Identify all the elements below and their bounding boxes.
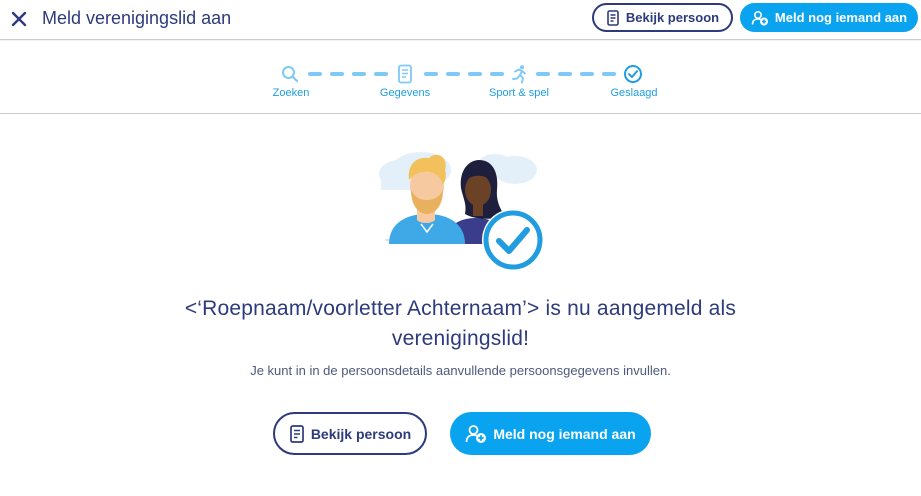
add-person-icon <box>751 10 768 25</box>
check-circle-icon <box>622 63 644 85</box>
page-title: Meld verenigingslid aan <box>42 8 232 28</box>
form-icon <box>394 63 416 85</box>
step-label-details: Gegevens <box>379 87 431 99</box>
stepper-dash <box>308 72 322 76</box>
stepper-dash <box>330 72 344 76</box>
stepper-dash <box>424 72 438 76</box>
success-subline: Je kunt in in de persoonsdetails aanvull… <box>250 363 671 378</box>
add-another-button[interactable]: Meld nog iemand aan <box>740 3 918 32</box>
stepper-dash <box>558 72 572 76</box>
add-another-label: Meld nog iemand aan <box>774 10 908 25</box>
stepper-dash <box>580 72 594 76</box>
close-button[interactable] <box>8 8 30 30</box>
stepper-dash <box>536 72 550 76</box>
add-person-icon <box>465 424 487 443</box>
view-person-label: Bekijk persoon <box>625 10 720 25</box>
top-bar: Meld verenigingslid aan Bekijk persoon M… <box>0 0 921 40</box>
success-headline-line2: verenigingslid! <box>391 327 530 350</box>
success-headline: <‘Roepnaam/voorletter Achternaam’> is nu… <box>0 294 921 354</box>
stepper-dash <box>468 72 482 76</box>
registered-members-illustration <box>379 152 544 271</box>
stepper-dash <box>490 72 504 76</box>
stepper-dash <box>446 72 460 76</box>
document-icon <box>289 424 304 443</box>
view-person-label-main: Bekijk persoon <box>310 425 412 442</box>
add-another-label-main: Meld nog iemand aan <box>493 425 636 442</box>
step-label-sport: Sport & spel <box>489 87 549 99</box>
success-headline-line1: <‘Roepnaam/voorletter Achternaam’> is nu… <box>184 297 737 320</box>
search-icon <box>279 63 301 85</box>
stepper-dash <box>602 72 616 76</box>
close-icon <box>11 11 27 27</box>
add-another-button-main[interactable]: Meld nog iemand aan <box>450 412 651 455</box>
view-person-button-main[interactable]: Bekijk persoon <box>273 412 427 455</box>
view-person-button[interactable]: Bekijk persoon <box>592 3 733 32</box>
document-icon <box>607 9 619 26</box>
stepper-dash <box>374 72 388 76</box>
stepper-dash <box>352 72 366 76</box>
step-label-search: Zoeken <box>272 87 310 99</box>
runner-icon <box>508 63 530 85</box>
progress-stepper: Zoeken Gegevens Sport & spel Geslaagd <box>0 41 921 114</box>
step-label-success: Geslaagd <box>610 87 658 99</box>
